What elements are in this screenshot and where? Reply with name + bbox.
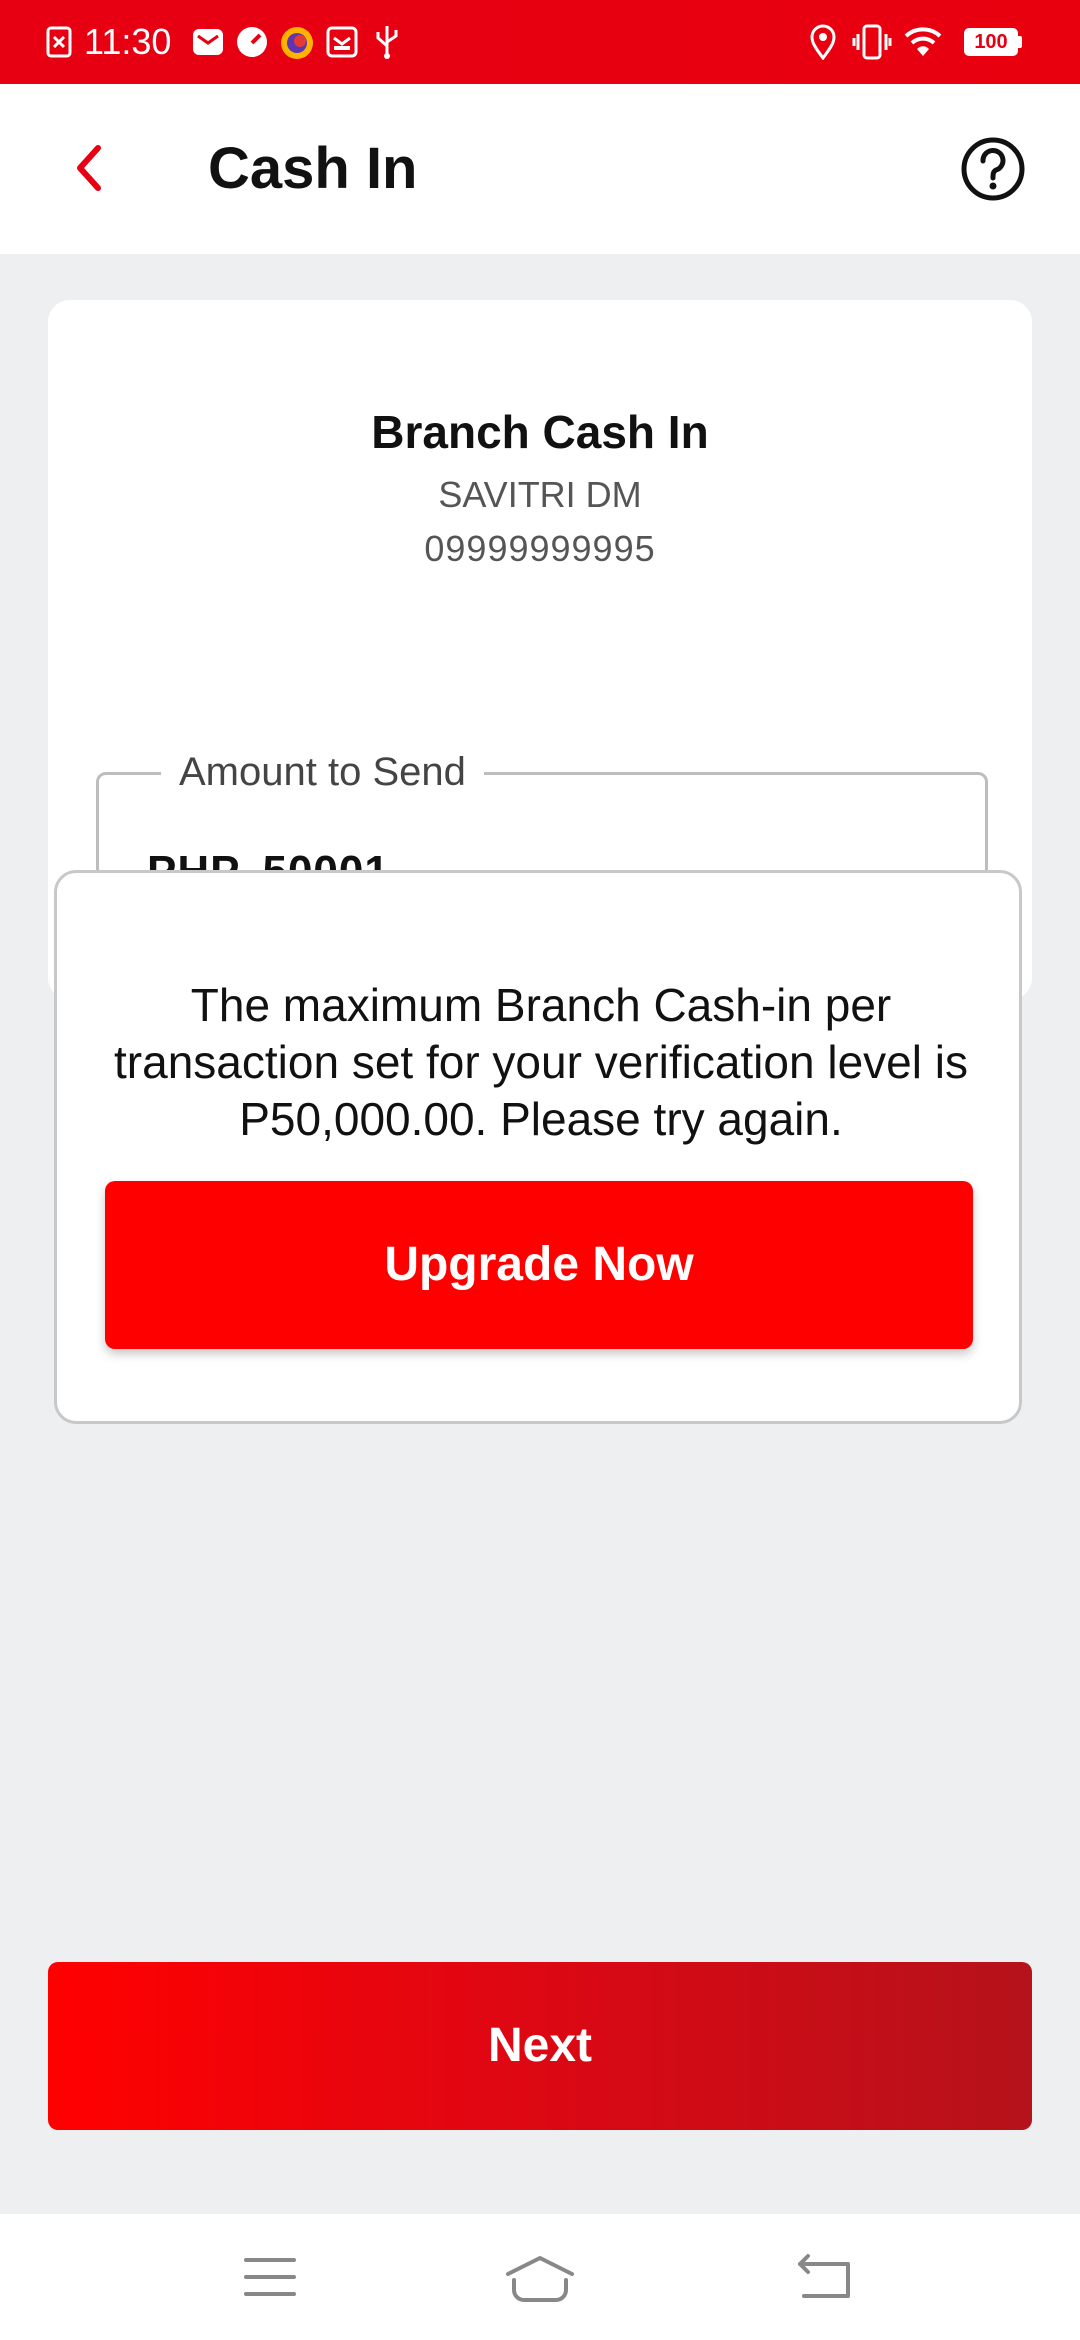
menu-icon[interactable] bbox=[244, 2254, 296, 2300]
help-button[interactable] bbox=[960, 136, 1026, 202]
mail-icon bbox=[193, 29, 223, 55]
question-circle-icon bbox=[961, 137, 1025, 201]
system-nav-bar bbox=[0, 2214, 1080, 2340]
home-icon[interactable] bbox=[504, 2254, 576, 2304]
back-icon[interactable] bbox=[796, 2254, 852, 2300]
status-bar: 11:30 100 bbox=[0, 0, 1080, 84]
battery-icon: 100 bbox=[964, 28, 1022, 56]
recipient-name: SAVITRI DM bbox=[438, 474, 642, 515]
status-time: 11:30 bbox=[84, 21, 172, 62]
battery-level: 100 bbox=[974, 31, 1008, 53]
vibrate-icon bbox=[852, 24, 892, 60]
calendar-mail-icon bbox=[326, 26, 358, 58]
popup-message: The maximum Branch Cash-in per transacti… bbox=[114, 979, 968, 1145]
wifi-icon bbox=[904, 27, 942, 56]
usb-icon bbox=[376, 26, 398, 59]
back-button[interactable] bbox=[60, 136, 120, 200]
recipient-number: 09999999995 bbox=[424, 528, 656, 569]
limit-error-popup: The maximum Branch Cash-in per transacti… bbox=[54, 870, 1022, 1424]
speed-icon bbox=[237, 27, 267, 57]
location-icon bbox=[810, 24, 836, 60]
card-title: Branch Cash In bbox=[371, 406, 709, 458]
browser-icon bbox=[281, 27, 313, 59]
app-header: Cash In bbox=[0, 84, 1080, 254]
page-title: Cash In bbox=[208, 136, 418, 201]
screenshot-notification-icon bbox=[46, 26, 72, 58]
chevron-left-icon bbox=[77, 145, 101, 191]
next-button[interactable]: Next bbox=[48, 1962, 1032, 2130]
upgrade-now-button[interactable]: Upgrade Now bbox=[105, 1181, 973, 1349]
amount-field-label: Amount to Send bbox=[161, 747, 484, 797]
